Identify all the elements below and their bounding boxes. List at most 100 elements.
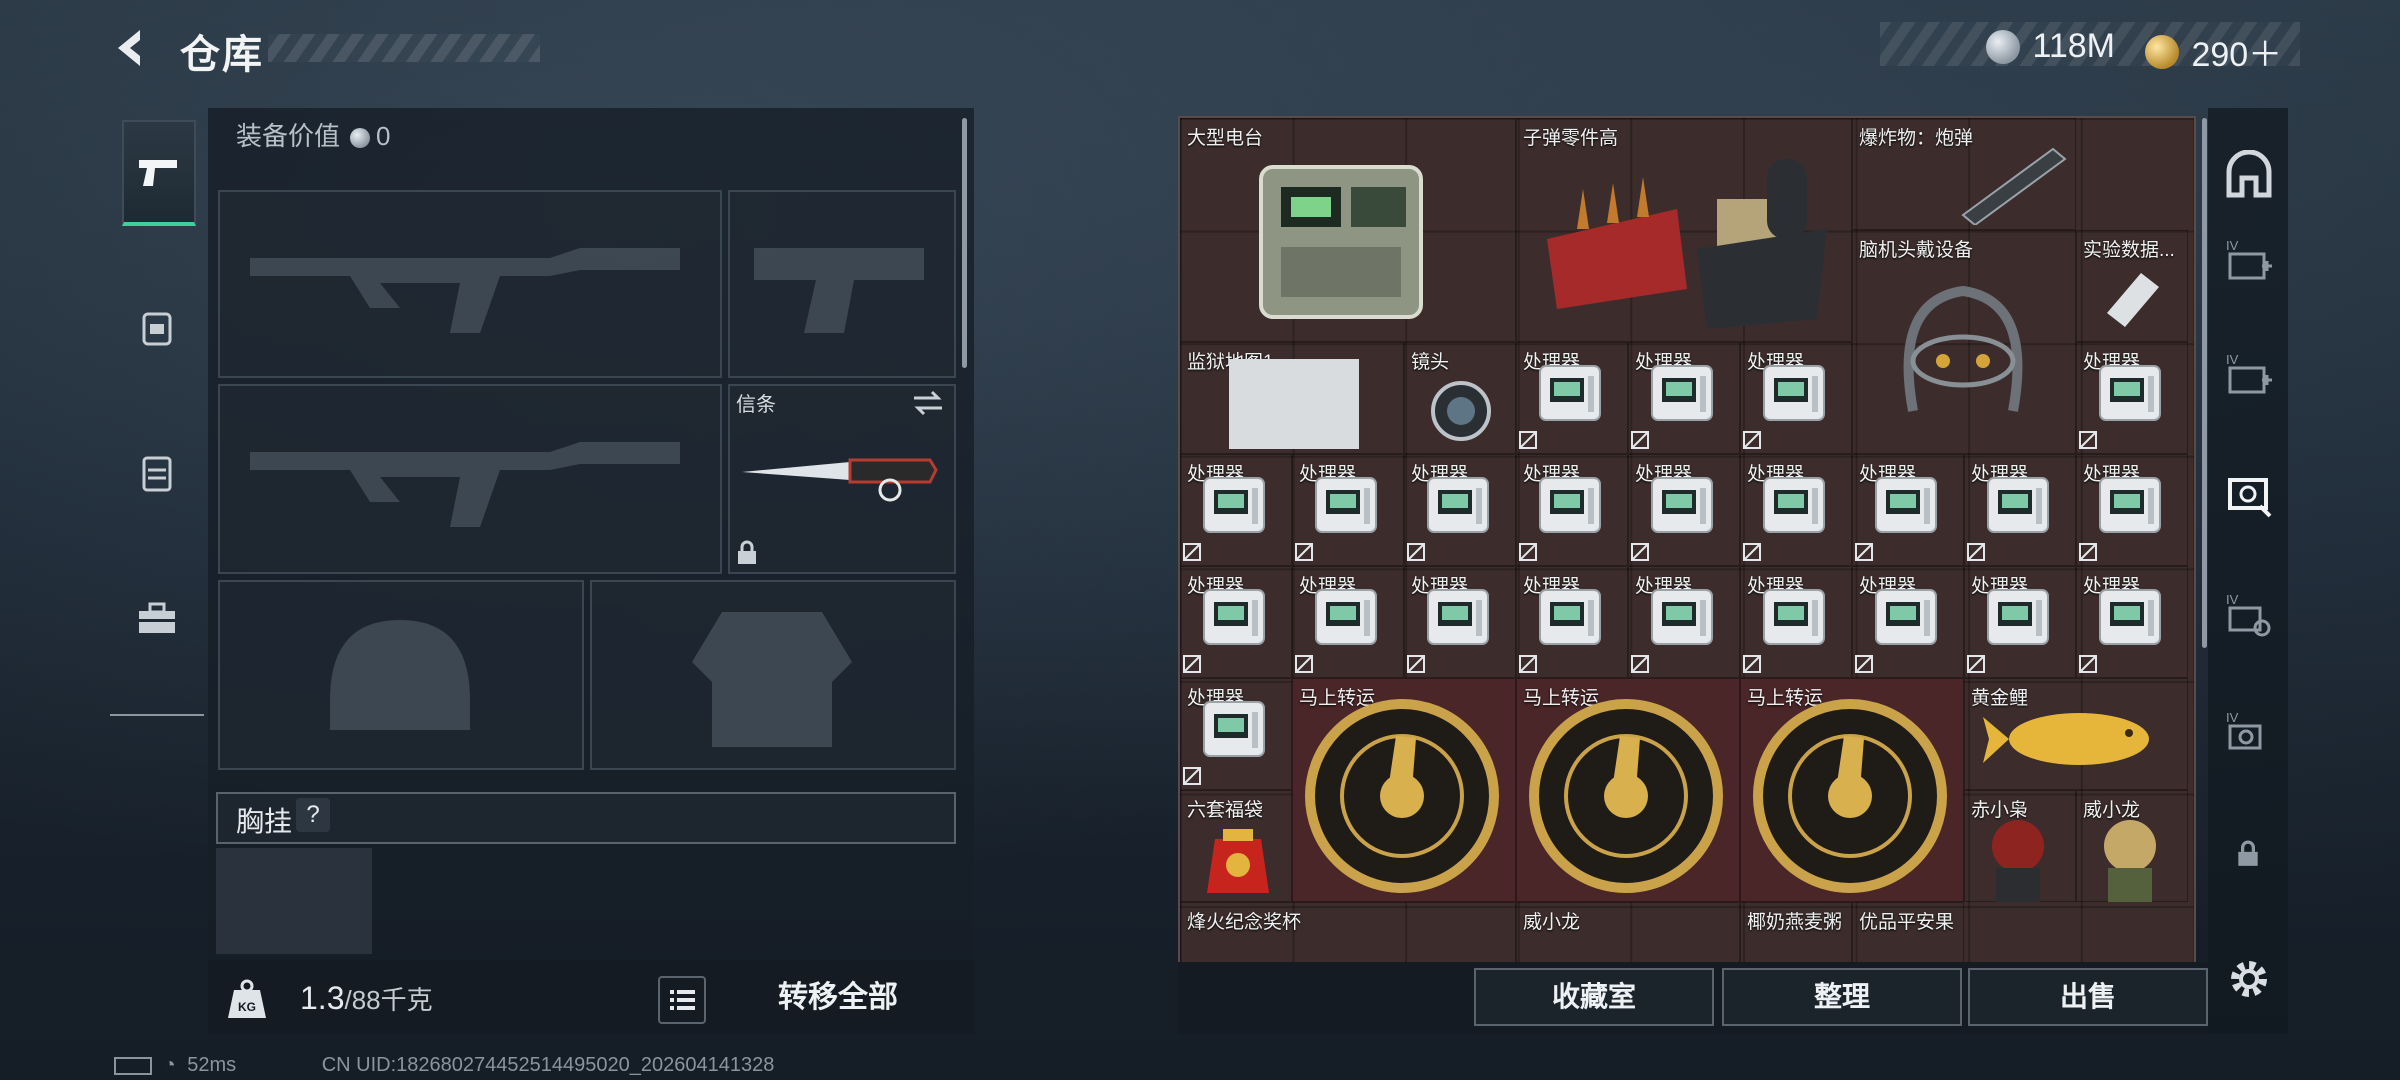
grid-item-processor[interactable]: 处理器 [1292, 454, 1404, 566]
item-label: 处理器 [1523, 576, 1581, 597]
tab-vest[interactable] [122, 424, 192, 524]
chest-rig-help-button[interactable]: ? [296, 798, 330, 832]
rifle-silhouette-icon [250, 442, 680, 527]
vest-icon [142, 456, 172, 492]
grid-item-processor[interactable]: 处理器 [1516, 566, 1628, 678]
item-label: 处理器 [2083, 352, 2141, 373]
grid-item-processor[interactable]: 处理器 [2076, 566, 2188, 678]
locked-storage-icon[interactable]: IV [2224, 590, 2274, 640]
organize-button[interactable]: 整理 [1722, 968, 1962, 1026]
usb-drive-icon [2107, 273, 2159, 327]
grid-item-processor[interactable]: 处理器 [1740, 342, 1852, 454]
grid-item-processor[interactable]: 处理器 [1852, 566, 1964, 678]
grid-item-lucky-bag[interactable]: 六套福袋 [1180, 790, 1292, 902]
grid-item-horse-coin[interactable]: 马上转运 [1516, 678, 1740, 902]
grid-item-chixiao[interactable]: 赤小枭 [1964, 790, 2076, 902]
back-arrow-icon[interactable] [110, 26, 154, 70]
grid-item-processor[interactable]: 处理器 [1852, 454, 1964, 566]
grid-item-processor[interactable]: 处理器 [1180, 678, 1292, 790]
grid-item-weixiaolong[interactable]: 威小龙 [2076, 790, 2188, 902]
grid-item-peace-apple[interactable]: 优品平安果 [1852, 902, 1964, 964]
item-label: 马上转运 [1523, 688, 1600, 709]
weight-icon: KG [228, 979, 266, 1018]
grid-item-processor[interactable]: 处理器 [1292, 566, 1404, 678]
toolbox-icon [139, 602, 175, 633]
armor-slot[interactable] [590, 580, 956, 770]
grid-item-horse-coin[interactable]: 马上转运 [1740, 678, 1964, 902]
grid-item-processor[interactable]: 处理器 [1628, 454, 1740, 566]
item-label: 处理器 [1971, 464, 2029, 485]
tab-backpack[interactable] [122, 278, 192, 378]
pistol-slot[interactable] [728, 190, 956, 378]
swap-icon[interactable] [912, 390, 944, 416]
tab-toolbox[interactable] [122, 568, 192, 668]
locked-storage-icon[interactable]: IV [2224, 708, 2274, 758]
item-label: 处理器 [1299, 576, 1357, 597]
rifle-silhouette-icon [250, 248, 680, 333]
grid-item-processor[interactable]: 处理器 [1740, 454, 1852, 566]
grid-item-processor[interactable]: 处理器 [1516, 454, 1628, 566]
grid-item-experiment-data[interactable]: 实验数据... [2076, 230, 2188, 342]
right-scrollbar[interactable] [2202, 118, 2207, 648]
tab-weapons[interactable] [122, 120, 196, 226]
secondary-weapon-slot[interactable] [218, 384, 722, 574]
title-decoration [268, 34, 540, 62]
list-view-button[interactable] [658, 976, 706, 1024]
grid-item-golden-carp[interactable]: 黄金鲤 [1964, 678, 2188, 790]
grid-item-processor[interactable]: 处理器 [1740, 566, 1852, 678]
collection-storage-icon[interactable] [2224, 470, 2274, 520]
item-label: 处理器 [1747, 576, 1805, 597]
grid-item-processor[interactable]: 处理器 [1404, 566, 1516, 678]
grid-item-horse-coin[interactable]: 马上转运 [1292, 678, 1516, 902]
chest-rig-label: 胸挂 [236, 806, 293, 837]
weight-display: 1.3/88千克 [300, 980, 433, 1017]
grid-item-processor[interactable]: 处理器 [1516, 342, 1628, 454]
grid-item-oat-porridge[interactable]: 椰奶燕麦粥 [1740, 902, 1852, 964]
item-label: 大型电台 [1187, 128, 1264, 149]
add-storage-icon[interactable]: IV [2224, 350, 2274, 400]
chest-rig-slot[interactable] [216, 848, 372, 954]
gold-currency[interactable]: 290＋ [2191, 36, 2282, 74]
weight-capacity: /88千克 [344, 985, 433, 1015]
pistol-silhouette-icon [754, 248, 924, 333]
collection-room-button[interactable]: 收藏室 [1474, 968, 1714, 1026]
grid-item-weixiaolong[interactable]: 威小龙 [1516, 902, 1740, 964]
grid-item-processor[interactable]: 处理器 [2076, 342, 2188, 454]
grid-item-processor[interactable]: 处理器 [1180, 566, 1292, 678]
grid-item-explosive-shell[interactable]: 爆炸物：炮弹 [1852, 118, 2076, 230]
grid-item-processor[interactable]: 处理器 [1628, 566, 1740, 678]
item-label: 处理器 [1411, 464, 1469, 485]
item-label: 处理器 [1747, 352, 1805, 373]
grid-item-processor[interactable]: 处理器 [1628, 342, 1740, 454]
grid-item-processor[interactable]: 处理器 [1964, 566, 2076, 678]
left-scrollbar[interactable] [962, 118, 967, 368]
helmet-slot[interactable] [218, 580, 584, 770]
svg-text:IV: IV [2226, 592, 2239, 607]
grid-item-big-radio[interactable]: 大型电台 [1180, 118, 1516, 342]
grid-item-processor[interactable]: 处理器 [2076, 454, 2188, 566]
settings-gear-icon[interactable] [2224, 954, 2274, 1004]
grid-item-prison-map[interactable]: 监狱地图1 [1180, 342, 1404, 454]
grid-item-processor[interactable]: 处理器 [1964, 454, 2076, 566]
melee-slot-label: 信条 [736, 394, 776, 416]
equipment-value-number: 0 [376, 121, 391, 151]
lens-icon [1431, 381, 1491, 441]
grid-item-processor[interactable]: 处理器 [1404, 454, 1516, 566]
storage-home-icon[interactable] [2224, 150, 2274, 200]
grid-item-lens[interactable]: 镜头 [1404, 342, 1516, 454]
grid-item-brain-headset[interactable]: 脑机头戴设备 [1852, 230, 2076, 454]
golden-carp-icon [1983, 713, 2149, 765]
equipment-value: 装备价值 0 [236, 116, 390, 153]
add-storage-icon[interactable]: IV [2224, 236, 2274, 286]
transfer-all-button[interactable]: 转移全部 [720, 970, 956, 1026]
radio-station-icon [1259, 165, 1423, 319]
primary-weapon-slot[interactable] [218, 190, 722, 378]
item-label: 威小龙 [1523, 912, 1581, 933]
map-icon [1229, 359, 1359, 449]
grid-item-processor[interactable]: 处理器 [1180, 454, 1292, 566]
grid-item-trophy[interactable]: 烽火纪念奖杯 [1180, 902, 1516, 964]
grid-item-bullet-parts[interactable]: 子弹零件高 [1516, 118, 1852, 342]
sell-button[interactable]: 出售 [1968, 968, 2208, 1026]
item-label: 六套福袋 [1187, 800, 1264, 821]
svg-text:IV: IV [2226, 352, 2239, 367]
